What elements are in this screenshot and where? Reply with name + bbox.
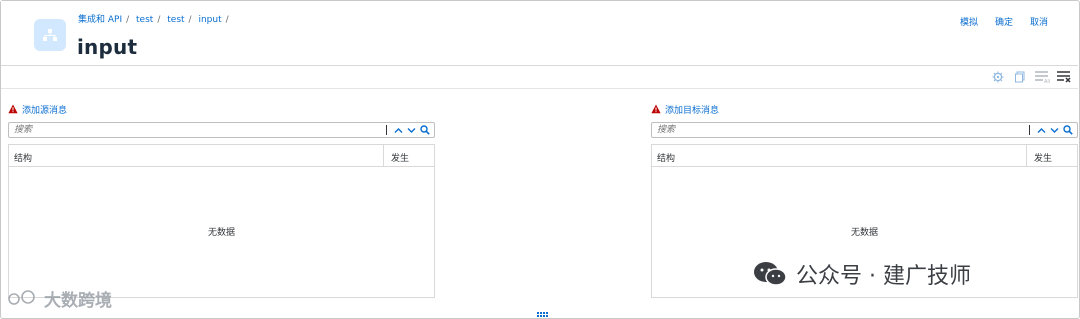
simulate-button[interactable]: 模拟: [960, 15, 978, 28]
column-header-structure: 结构: [14, 154, 33, 164]
watermark-left-text: 大数跨境: [44, 291, 112, 311]
filter-list-icon[interactable]: All: [1034, 69, 1050, 85]
breadcrumb-separator: /: [188, 15, 192, 25]
no-data-text: 无数据: [207, 228, 235, 238]
source-panel-title: 添加源消息: [22, 105, 68, 116]
watermark-right: 公众号 · 建广技师: [752, 258, 971, 290]
chevron-down-icon[interactable]: [1050, 126, 1059, 135]
breadcrumb-link-test-1[interactable]: test: [136, 15, 153, 25]
text-cursor: [1029, 125, 1030, 135]
column-header-occurrence: 发生: [1033, 154, 1052, 164]
chevron-up-icon[interactable]: [1037, 126, 1046, 135]
copy-icon[interactable]: [1012, 69, 1028, 85]
watermark-logo-icon: [8, 289, 35, 305]
target-panel-title: 添加目标消息: [665, 105, 720, 116]
object-header: 集成和 API / test / test / input / input 模拟 确定 …: [1, 1, 1078, 66]
column-header-occurrence: 发生: [390, 154, 409, 164]
breadcrumb-link-test-2[interactable]: test: [167, 15, 184, 25]
source-search-input[interactable]: [14, 124, 374, 136]
app-icon: [34, 19, 66, 51]
search-icon[interactable]: [420, 125, 430, 135]
wechat-icon: [754, 262, 787, 286]
chevron-up-icon[interactable]: [394, 126, 403, 135]
text-cursor: [386, 125, 387, 135]
mapping-toolbar: All: [1, 66, 1078, 89]
cancel-button[interactable]: 取消: [1030, 15, 1048, 28]
add-target-message-link[interactable]: 添加目标消息: [651, 102, 1078, 116]
svg-text:All: All: [1044, 79, 1050, 84]
hierarchy-icon: [43, 29, 57, 41]
chevron-down-icon[interactable]: [407, 126, 416, 135]
target-search-input[interactable]: [657, 124, 1017, 136]
search-icon[interactable]: [1063, 125, 1073, 135]
breadcrumb-link-input[interactable]: input: [198, 15, 221, 25]
page-title: input: [77, 35, 138, 59]
add-source-message-link[interactable]: 添加源消息: [8, 102, 435, 116]
no-data-text: 无数据: [850, 228, 878, 238]
header-actions: 模拟 确定 取消: [960, 15, 1048, 28]
breadcrumb-link-integration[interactable]: 集成和 API: [78, 15, 122, 25]
source-message-panel: 添加源消息 结构 发生 无数据: [8, 102, 435, 298]
column-divider[interactable]: [1026, 145, 1027, 166]
confirm-button[interactable]: 确定: [995, 15, 1013, 28]
target-search-field: [651, 122, 1078, 138]
column-divider[interactable]: [383, 145, 384, 166]
column-header-structure: 结构: [657, 154, 676, 164]
breadcrumb: 集成和 API / test / test / input /: [78, 12, 233, 25]
breadcrumb-separator: /: [157, 15, 161, 25]
resize-grip-icon[interactable]: [537, 312, 548, 317]
source-search-field: [8, 122, 435, 138]
source-structure-table: 结构 发生 无数据: [8, 144, 435, 298]
breadcrumb-separator: /: [225, 15, 229, 25]
clear-filter-icon[interactable]: [1056, 69, 1072, 85]
watermark-left: 大数跨境: [8, 286, 112, 311]
watermark-right-text: 公众号 · 建广技师: [796, 264, 971, 289]
warning-icon: [8, 104, 18, 114]
breadcrumb-separator: /: [126, 15, 130, 25]
table-header: 结构 发生: [652, 145, 1077, 167]
table-header: 结构 发生: [9, 145, 434, 167]
warning-icon: [651, 104, 661, 114]
settings-icon[interactable]: [990, 69, 1006, 85]
